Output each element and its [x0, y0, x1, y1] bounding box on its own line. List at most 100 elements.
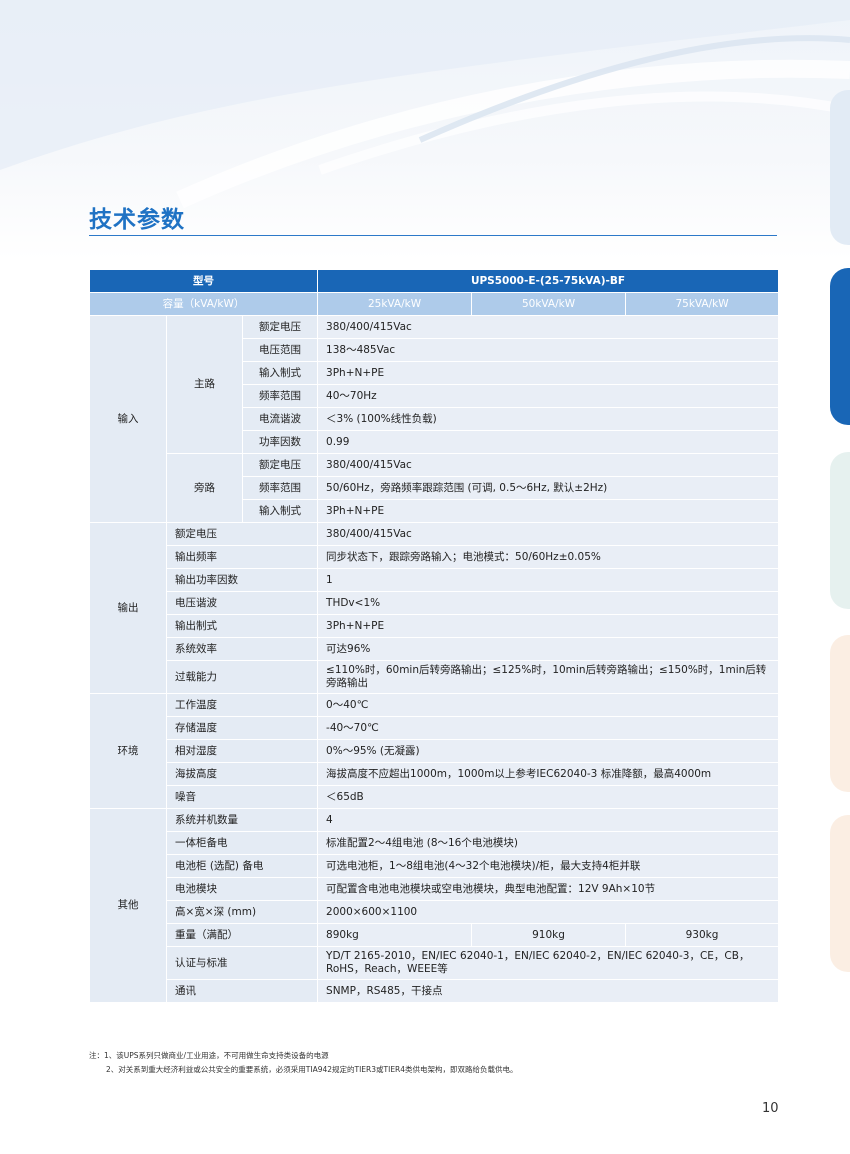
param-label: 通讯	[165, 979, 319, 1003]
param-value: 380/400/415Vac	[317, 453, 780, 477]
footnote-2: 2、对关系到重大经济利益或公共安全的重要系统，必须采用TIA942规定的TIER…	[106, 1065, 518, 1074]
param-value: 0%～95% (无凝露)	[317, 739, 780, 763]
table-row: 高×宽×深 (mm) 2000×600×1100	[90, 900, 780, 924]
param-value: 可选电池柜，1～8组电池(4～32个电池模块)/柜，最大支持4柜并联	[317, 854, 780, 878]
category-input: 输入	[89, 315, 167, 523]
param-value: 50/60Hz，旁路频率跟踪范围 (可调, 0.5～6Hz, 默认±2Hz)	[317, 476, 780, 500]
table-row: 相对湿度 0%～95% (无凝露)	[90, 739, 780, 763]
param-label: 系统效率	[165, 637, 319, 661]
category-other: 其他	[89, 808, 167, 1003]
param-value: 380/400/415Vac	[317, 315, 780, 339]
page-number: 10	[762, 1101, 779, 1116]
side-tab-active[interactable]	[830, 268, 850, 425]
param-value: YD/T 2165-2010，EN/IEC 62040-1，EN/IEC 620…	[317, 946, 780, 980]
subcategory-main: 主路	[166, 315, 243, 454]
table-row: 认证与标准 YD/T 2165-2010，EN/IEC 62040-1，EN/I…	[90, 946, 780, 980]
param-value: 标准配置2～4组电池 (8～16个电池模块)	[317, 831, 780, 855]
param-label: 额定电压	[241, 315, 319, 339]
param-label: 频率范围	[241, 384, 319, 408]
param-value: 海拔高度不应超出1000m，1000m以上参考IEC62040-3 标准降额，最…	[317, 762, 780, 786]
table-row: 重量（满配） 890kg 910kg 930kg	[90, 923, 780, 947]
table-row: 输出制式 3Ph+N+PE	[90, 614, 780, 638]
side-tab-3[interactable]	[830, 452, 850, 609]
table-row: 通讯 SNMP，RS485，干接点	[90, 979, 780, 1003]
spec-table: 型号 UPS5000-E-(25-75kVA)-BF 容量（kVA/kW） 25…	[88, 269, 780, 1003]
table-row: 系统效率 可达96%	[90, 637, 780, 661]
param-label: 电压谐波	[165, 591, 319, 615]
param-value: 同步状态下，跟踪旁路输入；电池模式：50/60Hz±0.05%	[317, 545, 780, 569]
param-value: 3Ph+N+PE	[317, 499, 780, 523]
param-value: 1	[317, 568, 780, 592]
param-value: 3Ph+N+PE	[317, 614, 780, 638]
table-row: 环境 工作温度 0～40℃	[89, 693, 780, 809]
param-label: 电池模块	[165, 877, 319, 901]
param-label: 工作温度	[165, 693, 319, 717]
param-value: THDv<1%	[317, 591, 780, 615]
param-value: 4	[317, 808, 780, 832]
table-row: 输出频率 同步状态下，跟踪旁路输入；电池模式：50/60Hz±0.05%	[90, 545, 780, 569]
param-label: 功率因数	[241, 430, 319, 454]
side-tab-1[interactable]	[830, 90, 850, 245]
param-value: 2000×600×1100	[317, 900, 780, 924]
param-label: 输入制式	[241, 499, 319, 523]
table-row: 电池模块 可配置含电池电池模块或空电池模块，典型电池配置：12V 9Ah×10节	[90, 877, 780, 901]
param-label: 额定电压	[241, 453, 319, 477]
table-row: 电压谐波 THDv<1%	[90, 591, 780, 615]
category-environment: 环境	[89, 693, 167, 809]
weight-25: 890kg	[317, 923, 473, 947]
param-label: 电流谐波	[241, 407, 319, 431]
table-row: 输出 额定电压 380/400/415Vac	[89, 522, 780, 694]
table-header-row: 型号 UPS5000-E-(25-75kVA)-BF	[88, 269, 780, 293]
param-value: SNMP，RS485，干接点	[317, 979, 780, 1003]
param-label: 输出功率因数	[165, 568, 319, 592]
capacity-75: 75kVA/kW	[625, 292, 780, 316]
param-label: 高×宽×深 (mm)	[165, 900, 319, 924]
param-label: 频率范围	[241, 476, 319, 500]
side-tab-5[interactable]	[830, 815, 850, 972]
side-tabs	[830, 0, 850, 1154]
param-label: 一体柜备电	[165, 831, 319, 855]
category-output: 输出	[89, 522, 167, 694]
table-row: 过载能力 ≤110%时，60min后转旁路输出；≤125%时，10min后转旁路…	[90, 660, 780, 694]
capacity-row: 容量（kVA/kW） 25kVA/kW 50kVA/kW 75kVA/kW	[88, 292, 780, 316]
param-label: 输出制式	[165, 614, 319, 638]
table-row: 存储温度 -40～70℃	[90, 716, 780, 740]
capacity-50: 50kVA/kW	[471, 292, 627, 316]
side-tab-4[interactable]	[830, 635, 850, 792]
param-label: 额定电压	[165, 522, 319, 546]
table-row: 海拔高度 海拔高度不应超出1000m，1000m以上参考IEC62040-3 标…	[90, 762, 780, 786]
subcategory-bypass: 旁路	[166, 453, 243, 523]
capacity-label: 容量（kVA/kW）	[88, 292, 319, 316]
table-row: 噪音 ＜65dB	[90, 785, 780, 809]
param-label: 认证与标准	[165, 946, 319, 980]
model-label: 型号	[88, 269, 319, 293]
param-label: 输入制式	[241, 361, 319, 385]
param-label: 噪音	[165, 785, 319, 809]
title-divider	[89, 235, 777, 236]
page-title: 技术参数	[89, 207, 185, 233]
model-value: UPS5000-E-(25-75kVA)-BF	[317, 269, 780, 293]
param-value: 138～485Vac	[317, 338, 780, 362]
param-label: 过载能力	[165, 660, 319, 694]
table-row: 一体柜备电 标准配置2～4组电池 (8～16个电池模块)	[90, 831, 780, 855]
param-label: 输出频率	[165, 545, 319, 569]
footnotes: 注：1、该UPS系列只做商业/工业用途，不可用做生命支持类设备的电源 2、对关系…	[89, 1049, 779, 1077]
param-label: 海拔高度	[165, 762, 319, 786]
param-value: 0～40℃	[317, 693, 780, 717]
param-value: 40～70Hz	[317, 384, 780, 408]
param-value: 3Ph+N+PE	[317, 361, 780, 385]
weight-75: 930kg	[625, 923, 780, 947]
param-label: 电压范围	[241, 338, 319, 362]
param-value: 可配置含电池电池模块或空电池模块，典型电池配置：12V 9Ah×10节	[317, 877, 780, 901]
weight-50: 910kg	[471, 923, 627, 947]
footnote-1: 注：1、该UPS系列只做商业/工业用途，不可用做生命支持类设备的电源	[89, 1051, 329, 1060]
table-row: 输出功率因数 1	[90, 568, 780, 592]
table-row: 其他 系统并机数量 4	[89, 808, 780, 1003]
param-label: 相对湿度	[165, 739, 319, 763]
param-label: 系统并机数量	[165, 808, 319, 832]
param-value: -40～70℃	[317, 716, 780, 740]
param-label: 电池柜 (选配) 备电	[165, 854, 319, 878]
param-value: ＜65dB	[317, 785, 780, 809]
param-label: 重量（满配）	[165, 923, 319, 947]
param-value: 可达96%	[317, 637, 780, 661]
